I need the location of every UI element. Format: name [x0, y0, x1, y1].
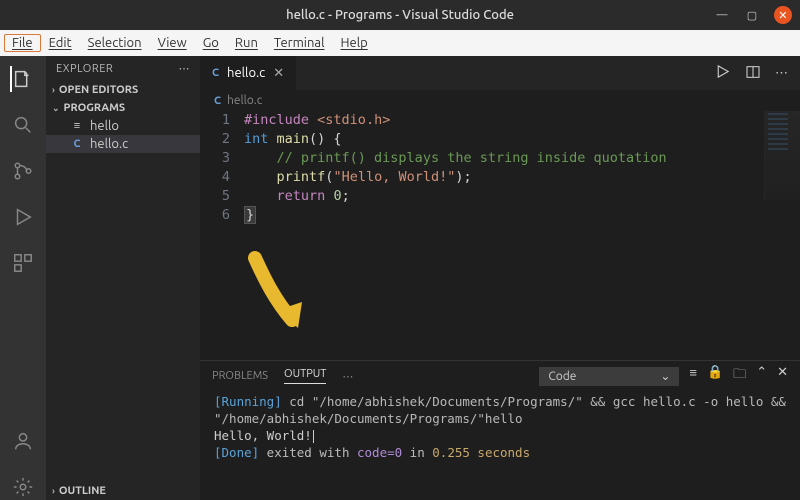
output-cursor: [313, 430, 314, 443]
file-hello-c[interactable]: Chello.c: [46, 135, 200, 153]
binary-file-icon: ≡: [70, 120, 84, 132]
extensions-icon[interactable]: [10, 250, 36, 276]
clear-output-icon[interactable]: 🗀: [733, 365, 746, 387]
menu-run[interactable]: Run: [227, 34, 266, 52]
tab-close-icon[interactable]: ✕: [273, 66, 284, 81]
window-title: hello.c - Programs - Visual Studio Code: [286, 8, 514, 22]
accounts-icon[interactable]: [10, 428, 36, 454]
panel-tabs-more-icon[interactable]: ⋯: [342, 370, 353, 383]
search-icon[interactable]: [10, 112, 36, 138]
bottom-panel: PROBLEMS OUTPUT ⋯ Code ≡ 🔒 🗀 ⌃ ✕ [Runnin…: [200, 360, 800, 500]
menu-view[interactable]: View: [150, 34, 195, 52]
maximize-icon[interactable]: ▢: [744, 7, 760, 23]
run-debug-icon[interactable]: [10, 204, 36, 230]
activity-bar: [0, 56, 46, 500]
filter-icon[interactable]: ≡: [689, 365, 697, 387]
titlebar: hello.c - Programs - Visual Studio Code …: [0, 0, 800, 30]
panel-tab-problems[interactable]: PROBLEMS: [212, 370, 268, 382]
source-control-icon[interactable]: [10, 158, 36, 184]
chevron-up-icon[interactable]: ⌃: [756, 365, 767, 387]
sidebar-more-icon[interactable]: ⋯: [179, 62, 191, 75]
editor-area: C hello.c ✕ ⋯ C hello.c 123456 #include …: [200, 56, 800, 500]
line-gutter: 123456: [200, 111, 244, 360]
menu-file[interactable]: File: [4, 34, 41, 52]
split-editor-icon[interactable]: [745, 64, 761, 83]
sidebar-title: EXPLORER: [56, 63, 113, 75]
panel-close-icon[interactable]: ✕: [777, 365, 788, 387]
output-body[interactable]: [Running] cd "/home/abhishek/Documents/P…: [200, 387, 800, 467]
c-file-icon: C: [212, 67, 219, 79]
c-file-icon: C: [70, 138, 84, 150]
menu-terminal[interactable]: Terminal: [266, 34, 333, 52]
code-content[interactable]: #include <stdio.h>int main() { // printf…: [244, 111, 800, 360]
panel-tab-output[interactable]: OUTPUT: [284, 368, 326, 384]
menu-edit[interactable]: Edit: [41, 34, 80, 52]
project-section[interactable]: ⌄PROGRAMS: [46, 99, 200, 117]
close-icon[interactable]: ✕: [774, 6, 792, 24]
window-controls: — ▢ ✕: [714, 6, 792, 24]
file-hello[interactable]: ≡hello: [46, 117, 200, 135]
menu-go[interactable]: Go: [195, 34, 227, 52]
breadcrumb[interactable]: C hello.c: [200, 90, 800, 111]
c-file-icon: C: [214, 95, 221, 107]
explorer-icon[interactable]: [10, 66, 36, 92]
editor-more-icon[interactable]: ⋯: [775, 66, 788, 81]
settings-gear-icon[interactable]: [10, 474, 36, 500]
editor-tabs: C hello.c ✕ ⋯: [200, 56, 800, 90]
menubar: File Edit Selection View Go Run Terminal…: [0, 30, 800, 56]
run-icon[interactable]: [714, 63, 731, 83]
output-channel-dropdown[interactable]: Code: [539, 367, 679, 386]
open-editors-section[interactable]: ›OPEN EDITORS: [46, 81, 200, 99]
lock-icon[interactable]: 🔒: [707, 365, 723, 387]
outline-section[interactable]: ›OUTLINE: [46, 482, 200, 500]
minimap[interactable]: [764, 111, 800, 201]
menu-help[interactable]: Help: [332, 34, 375, 52]
menu-selection[interactable]: Selection: [80, 34, 150, 52]
minimize-icon[interactable]: —: [714, 7, 730, 23]
tab-hello-c[interactable]: C hello.c ✕: [200, 56, 297, 90]
code-editor[interactable]: 123456 #include <stdio.h>int main() { //…: [200, 111, 800, 360]
sidebar: EXPLORER ⋯ ›OPEN EDITORS ⌄PROGRAMS ≡hell…: [46, 56, 200, 500]
